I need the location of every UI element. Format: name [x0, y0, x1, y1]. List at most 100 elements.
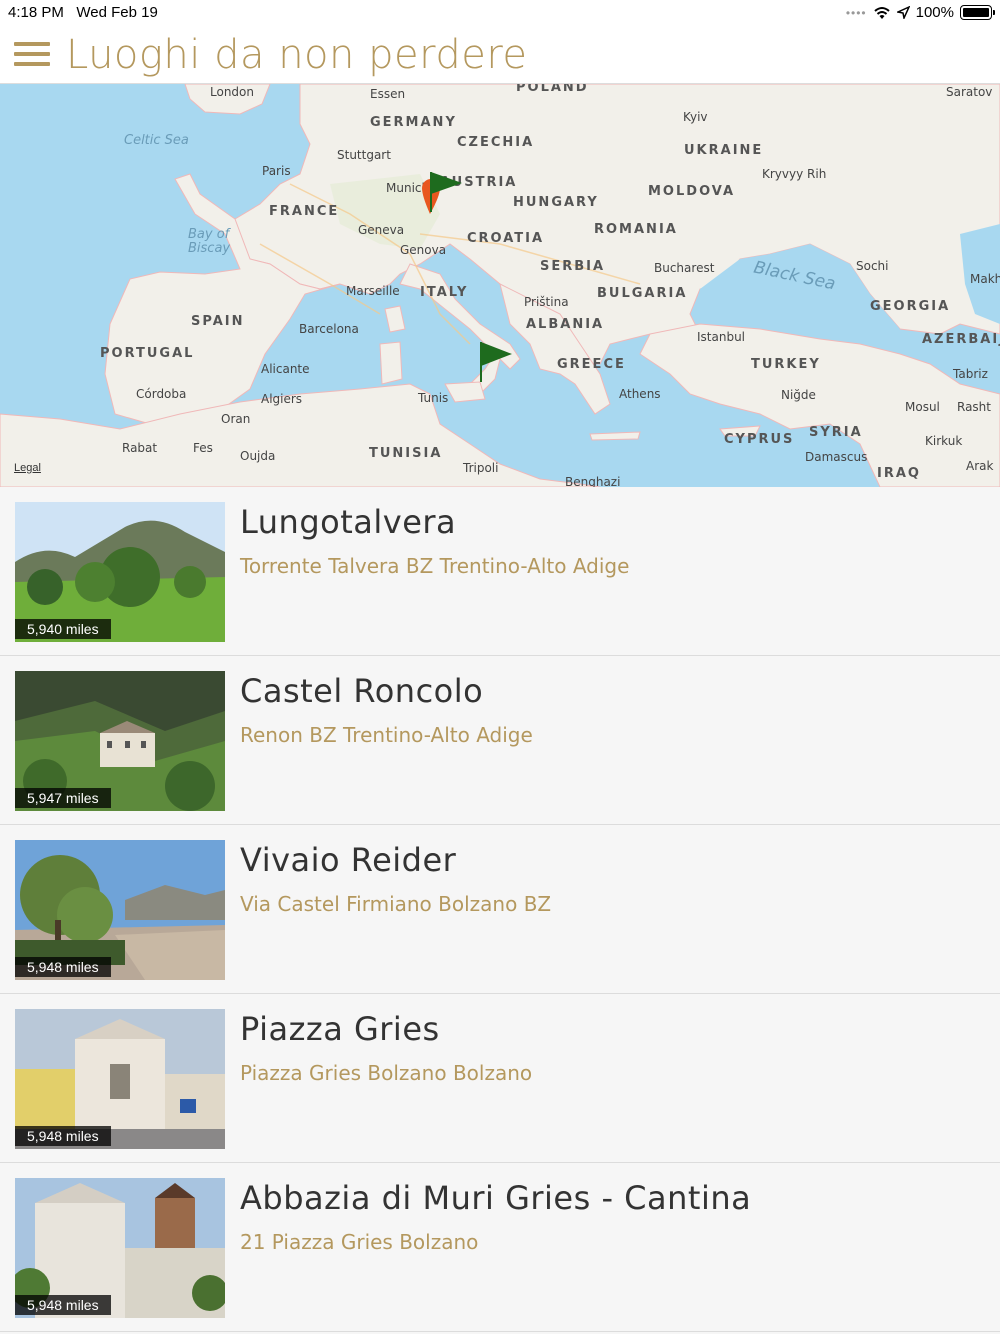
navigation-bar: Luoghi da non perdere [0, 28, 1000, 84]
place-thumbnail: 5,940 miles [15, 502, 225, 642]
map-label-city: Makh [970, 272, 1000, 286]
map-pin-cluster-icon[interactable] [418, 168, 466, 218]
map-label-city: Mosul [905, 400, 940, 414]
map-label-city: Oujda [240, 449, 276, 463]
map-label-country: SPAIN [191, 314, 245, 329]
map-label-city: Genova [400, 243, 447, 257]
map-label-city: Niğde [781, 388, 816, 402]
map-label-country: ROMANIA [594, 222, 678, 237]
map-label-city: Tripoli [463, 461, 499, 475]
map-label-country: BULGARIA [597, 286, 688, 301]
map-label-city: Kryvyy Rih [762, 167, 827, 181]
list-item[interactable]: 5,948 miles Abbazia di Muri Gries - Cant… [0, 1163, 1000, 1332]
map-label-city: Stuttgart [337, 148, 391, 162]
place-thumbnail: 5,947 miles [15, 671, 225, 811]
place-title: Abbazia di Muri Gries - Cantina [240, 1179, 752, 1217]
map-label-city: Algiers [261, 392, 303, 406]
places-list: 5,940 miles Lungotalvera Torrente Talver… [0, 487, 1000, 1332]
map-label-country: UKRAINE [684, 143, 764, 158]
place-thumbnail: 5,948 miles [15, 1009, 225, 1149]
list-item[interactable]: 5,940 miles Lungotalvera Torrente Talver… [0, 487, 1000, 656]
map-label-city: Saratov [946, 85, 993, 99]
distance-badge: 5,940 miles [15, 619, 111, 639]
distance-badge: 5,947 miles [15, 788, 111, 808]
map-label-city: Arak [966, 459, 994, 473]
wifi-icon [873, 6, 890, 19]
place-address: Piazza Gries Bolzano Bolzano [240, 1061, 533, 1085]
map-label-city: Tabriz [953, 367, 988, 381]
map-flag-icon[interactable] [478, 340, 514, 384]
battery-percent: 100% [915, 4, 954, 21]
map-label-city: Damascus [805, 450, 868, 464]
place-title: Lungotalvera [240, 503, 457, 541]
map-label-city: Tunis [418, 391, 449, 405]
map-label-city: Istanbul [697, 330, 746, 344]
map-label-city: Athens [619, 387, 661, 401]
distance-badge: 5,948 miles [15, 1126, 111, 1146]
place-address: Via Castel Firmiano Bolzano BZ [240, 892, 552, 916]
map-label-country: CROATIA [467, 231, 545, 246]
distance-badge: 5,948 miles [15, 1295, 111, 1315]
map-label-city: Paris [262, 164, 291, 178]
map-label-city: Kirkuk [925, 434, 963, 448]
map-label-sea: Celtic Sea [124, 133, 189, 148]
map-label-country: GEORGIA [870, 299, 951, 314]
map-label-country: FRANCE [269, 204, 340, 219]
map-label-city: Benghazi [565, 475, 621, 487]
place-address: Torrente Talvera BZ Trentino-Alto Adige [240, 554, 630, 578]
map-label-country: GREECE [557, 357, 626, 372]
map-label-city: Barcelona [299, 322, 359, 336]
status-indicators: •••• 100% [845, 4, 995, 21]
map-legal-link[interactable]: Legal [14, 462, 41, 474]
status-bar: 4:18 PM Wed Feb 19 •••• 100% [0, 0, 1000, 28]
map-label-city: London [210, 85, 254, 99]
place-address: Renon BZ Trentino-Alto Adige [240, 723, 533, 747]
map-label-city: Rasht [957, 400, 991, 414]
map-label-country: MOLDOVA [648, 184, 736, 199]
map-label-city: Alicante [261, 362, 310, 376]
map-label-city: Priština [524, 295, 569, 309]
list-item[interactable]: 5,948 miles Piazza Gries Piazza Gries Bo… [0, 994, 1000, 1163]
map-label-country: TURKEY [751, 357, 821, 372]
battery-icon [960, 5, 995, 20]
place-title: Castel Roncolo [240, 672, 484, 710]
map-label-city: Essen [370, 87, 406, 101]
map-label-city: Geneva [358, 223, 405, 237]
location-arrow-icon [896, 6, 910, 19]
map-label-city: Sochi [856, 259, 889, 273]
map-label-country: CYPRUS [724, 432, 795, 447]
map-label-city: Rabat [122, 441, 158, 455]
map-label-city: Bucharest [654, 261, 715, 275]
place-title: Vivaio Reider [240, 841, 457, 879]
map-label-sea: Bay of Biscay [188, 227, 231, 256]
place-title: Piazza Gries [240, 1010, 440, 1048]
map-label-country: CZECHIA [457, 135, 535, 150]
map-label-country: ITALY [420, 285, 469, 300]
list-item[interactable]: 5,947 miles Castel Roncolo Renon BZ Tren… [0, 656, 1000, 825]
map-label-city: Fes [193, 441, 213, 455]
map-label-country: IRAQ [877, 466, 921, 481]
map-label-country: PORTUGAL [100, 346, 195, 361]
map-label-country: HUNGARY [513, 195, 599, 210]
map-label-country: AZERBAIJ [922, 332, 1000, 347]
distance-badge: 5,948 miles [15, 957, 111, 977]
map-label-country: POLAND [516, 84, 589, 95]
map-label-city: Oran [221, 412, 251, 426]
map-label-city: Marseille [346, 284, 400, 298]
map-label-city: Córdoba [136, 387, 187, 401]
list-item[interactable]: 5,948 miles Vivaio Reider Via Castel Fir… [0, 825, 1000, 994]
hamburger-menu-icon[interactable] [14, 42, 50, 70]
cellular-icon: •••• [845, 5, 867, 20]
map-label-country: SERBIA [540, 259, 606, 274]
map-view[interactable]: POLAND GERMANY CZECHIA UKRAINE AUSTRIA M… [0, 84, 1000, 487]
map-label-country: ALBANIA [526, 317, 605, 332]
map-label-city: Kyiv [683, 110, 708, 124]
status-time: 4:18 PM Wed Feb 19 [8, 4, 158, 21]
map-label-country: SYRIA [809, 425, 863, 440]
place-thumbnail: 5,948 miles [15, 840, 225, 980]
page-title: Luoghi da non perdere [66, 32, 528, 78]
place-thumbnail: 5,948 miles [15, 1178, 225, 1318]
place-address: 21 Piazza Gries Bolzano [240, 1230, 479, 1254]
map-label-country: GERMANY [370, 115, 457, 130]
map-label-country: TUNISIA [369, 446, 443, 461]
